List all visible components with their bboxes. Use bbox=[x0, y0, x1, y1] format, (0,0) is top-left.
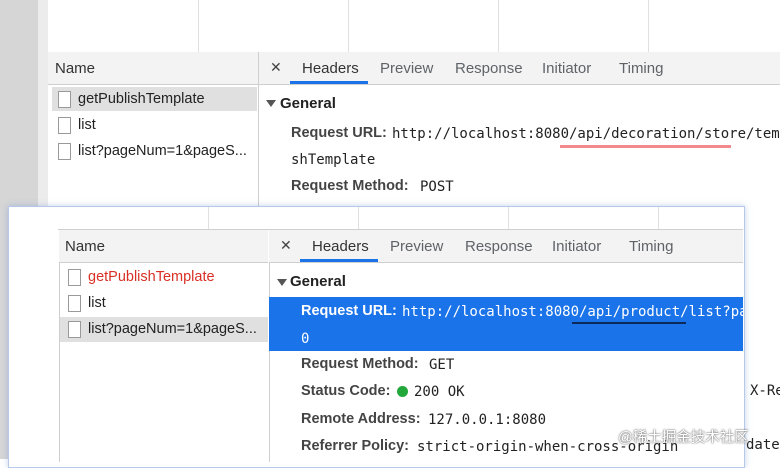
file-icon bbox=[58, 117, 71, 134]
tab-response[interactable]: Response bbox=[455, 60, 523, 77]
highlight-underline bbox=[572, 322, 686, 324]
status-code-label: Status Code: bbox=[301, 383, 391, 399]
highlight-underline bbox=[560, 145, 731, 148]
file-icon bbox=[58, 91, 71, 108]
file-icon bbox=[68, 295, 81, 312]
timeline-gridline bbox=[208, 207, 209, 229]
timeline-gridline bbox=[648, 0, 649, 52]
tab-headers[interactable]: Headers bbox=[302, 60, 359, 77]
tab-timing[interactable]: Timing bbox=[619, 60, 663, 77]
request-url-value: http://localhost:8080/api/product/list?p… bbox=[402, 304, 743, 320]
tab-initiator[interactable]: Initiator bbox=[552, 238, 601, 255]
timeline-gridline bbox=[358, 207, 359, 229]
request-url-wrap: shTemplate bbox=[291, 152, 376, 168]
close-icon[interactable]: ✕ bbox=[270, 59, 282, 76]
remote-address-value: 127.0.0.1:8080 bbox=[428, 412, 547, 428]
request-url-label: Request URL: bbox=[301, 303, 397, 319]
tab-preview[interactable]: Preview bbox=[390, 238, 443, 255]
background-timeline-overview bbox=[48, 0, 780, 53]
active-tab-indicator bbox=[290, 81, 368, 84]
file-icon bbox=[68, 269, 81, 286]
general-section-title[interactable]: General bbox=[280, 95, 336, 112]
collapse-triangle-icon[interactable] bbox=[277, 279, 287, 286]
tab-initiator[interactable]: Initiator bbox=[542, 60, 591, 77]
timeline-gridline bbox=[348, 0, 349, 52]
request-name[interactable]: list bbox=[88, 295, 106, 311]
overflow-header-text: date bbox=[746, 437, 780, 453]
request-name[interactable]: getPublishTemplate bbox=[78, 91, 205, 107]
foreground-timeline-overview bbox=[58, 207, 743, 230]
request-name[interactable]: list?pageNum=1&pageS... bbox=[88, 321, 257, 337]
general-section-title[interactable]: General bbox=[290, 273, 346, 290]
request-method-value: POST bbox=[420, 179, 454, 195]
request-name-failed[interactable]: getPublishTemplate bbox=[88, 269, 215, 285]
request-method-label: Request Method: bbox=[291, 178, 409, 194]
request-name[interactable]: list bbox=[78, 117, 96, 133]
request-method-label: Request Method: bbox=[301, 356, 419, 372]
overflow-header-text: X-Re bbox=[750, 383, 780, 399]
watermark: @稀土掘金技术社区 bbox=[618, 430, 749, 446]
collapse-triangle-icon[interactable] bbox=[266, 100, 276, 107]
request-url-label: Request URL: bbox=[291, 125, 387, 141]
background-name-column-header[interactable]: Name bbox=[48, 52, 258, 85]
request-url-value: http://localhost:8080/api/decoration/sto… bbox=[392, 126, 780, 142]
request-method-value: GET bbox=[429, 357, 455, 373]
foreground-request-list bbox=[59, 230, 270, 462]
name-header-label: Name bbox=[55, 60, 96, 77]
tab-timing[interactable]: Timing bbox=[629, 238, 673, 255]
tab-preview[interactable]: Preview bbox=[380, 60, 433, 77]
close-icon[interactable]: ✕ bbox=[280, 237, 292, 254]
foreground-name-column-header[interactable]: Name bbox=[59, 230, 268, 263]
timeline-gridline bbox=[498, 0, 499, 52]
status-code-value: 200 OK bbox=[414, 384, 465, 400]
timeline-gridline bbox=[508, 207, 509, 229]
request-name[interactable]: list?pageNum=1&pageS... bbox=[78, 143, 247, 159]
file-icon bbox=[68, 321, 81, 338]
file-icon bbox=[58, 143, 71, 160]
request-url-wrap: 0 bbox=[301, 331, 310, 347]
active-tab-indicator bbox=[300, 259, 378, 262]
timeline-gridline bbox=[658, 207, 659, 229]
remote-address-label: Remote Address: bbox=[301, 411, 421, 427]
timeline-gridline bbox=[198, 0, 199, 52]
referrer-policy-label: Referrer Policy: bbox=[301, 438, 409, 454]
status-ok-icon bbox=[397, 386, 408, 397]
name-header-label: Name bbox=[65, 238, 106, 255]
tab-headers[interactable]: Headers bbox=[312, 238, 369, 255]
tab-response[interactable]: Response bbox=[465, 238, 533, 255]
